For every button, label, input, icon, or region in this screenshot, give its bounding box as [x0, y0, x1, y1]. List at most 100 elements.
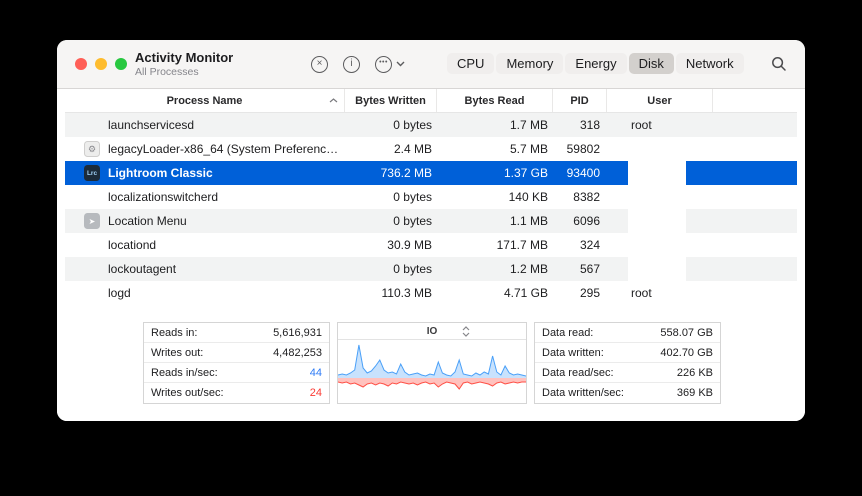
stat-value: 369 KB: [676, 387, 713, 399]
bytes-written-value: 0 bytes: [393, 190, 432, 204]
table-row[interactable]: logd 110.3 MB 4.71 GB 295 root: [65, 281, 797, 305]
stat-value: 5,616,931: [273, 326, 322, 339]
process-name: lockoutagent: [108, 262, 177, 276]
stat-label: Reads in/sec:: [151, 366, 218, 379]
tab-disk[interactable]: Disk: [628, 53, 674, 74]
table-row[interactable]: launchservicesd 0 bytes 1.7 MB 318 root: [65, 113, 797, 137]
app-icon: [84, 261, 100, 277]
legacy-app-icon: ⚙: [84, 141, 100, 157]
column-header-pid[interactable]: PID: [553, 89, 607, 112]
io-sparkline-chart: [338, 344, 526, 390]
column-header-filler: [713, 89, 797, 112]
window-title: Activity Monitor: [135, 50, 234, 65]
stat-row: Writes out/sec: 24: [144, 383, 329, 403]
stat-row: Writes out: 4,482,253: [144, 343, 329, 363]
stat-label: Data read:: [542, 326, 594, 339]
process-name: Location Menu: [108, 214, 187, 228]
pid-value: 324: [579, 238, 600, 252]
stat-label: Data written/sec:: [542, 387, 624, 399]
bytes-written-value: 110.3 MB: [381, 286, 432, 300]
location-app-icon: ➤: [84, 213, 100, 229]
inspect-icon: i: [343, 55, 360, 73]
chevron-up-icon: [462, 326, 470, 331]
quit-process-button[interactable]: ×: [311, 55, 328, 73]
lrc-app-icon: Lrc: [84, 165, 100, 181]
title-block: Activity Monitor All Processes: [135, 50, 233, 78]
toolbar-buttons: × i •••: [311, 40, 405, 88]
disk-stats-footer: Reads in: 5,616,931 Writes out: 4,482,25…: [143, 322, 721, 404]
bytes-read-value: 1.7 MB: [509, 118, 548, 132]
stat-value: 24: [309, 387, 322, 399]
bytes-written-value: 736.2 MB: [380, 166, 432, 180]
chevron-down-icon: [462, 332, 470, 337]
pid-value: 8382: [573, 190, 600, 204]
table-row[interactable]: ⚙ legacyLoader-x86_64 (System Preferenc……: [65, 137, 797, 161]
table-row[interactable]: Lrc Lightroom Classic 736.2 MB 1.37 GB 9…: [65, 161, 797, 185]
inspect-process-button[interactable]: i: [343, 55, 360, 73]
pid-value: 295: [579, 286, 600, 300]
table-row[interactable]: lockoutagent 0 bytes 1.2 MB 567: [65, 257, 797, 281]
search-button[interactable]: [771, 56, 787, 75]
chart-header: IO: [338, 323, 526, 340]
minimize-button[interactable]: [95, 58, 107, 70]
stat-row: Data read/sec: 226 KB: [535, 363, 720, 383]
bytes-written-value: 0 bytes: [393, 118, 432, 132]
bytes-written-value: 0 bytes: [393, 214, 432, 228]
table-row[interactable]: ➤ Location Menu 0 bytes 1.1 MB 6096: [65, 209, 797, 233]
window-subtitle: All Processes: [135, 66, 199, 78]
table-row[interactable]: locationd 30.9 MB 171.7 MB 324: [65, 233, 797, 257]
activity-monitor-window: Activity Monitor All Processes × i ••• C…: [57, 40, 805, 421]
bytes-read-value: 4.71 GB: [503, 286, 548, 300]
column-header-bytes-read[interactable]: Bytes Read: [437, 89, 553, 112]
stat-row: Data written/sec: 369 KB: [535, 383, 720, 403]
sort-ascending-icon: [329, 98, 338, 103]
more-options-icon: •••: [375, 55, 392, 73]
user-value: root: [631, 118, 652, 132]
process-name: legacyLoader-x86_64 (System Preferenc…: [108, 142, 339, 156]
process-name: logd: [108, 286, 131, 300]
pid-value: 6096: [573, 214, 600, 228]
tab-cpu[interactable]: CPU: [447, 53, 495, 74]
view-segmented-control: CPU Memory Energy Disk Network: [447, 53, 744, 74]
process-name: Lightroom Classic: [108, 166, 213, 180]
column-header-bytes-written[interactable]: Bytes Written: [345, 89, 437, 112]
bytes-read-value: 140 KB: [508, 190, 548, 204]
bytes-written-value: 30.9 MB: [387, 238, 432, 252]
chart-type-label: IO: [426, 325, 438, 337]
search-icon: [772, 57, 786, 71]
pid-value: 318: [579, 118, 600, 132]
table-area: Process Name Bytes Written Bytes Read PI…: [57, 89, 805, 421]
stat-row: Data read: 558.07 GB: [535, 323, 720, 343]
toolbar: Activity Monitor All Processes × i ••• C…: [57, 40, 805, 89]
bytes-written-value: 2.4 MB: [393, 142, 432, 156]
more-options-button[interactable]: •••: [375, 55, 405, 73]
bytes-read-value: 1.37 GB: [503, 166, 548, 180]
bytes-read-value: 171.7 MB: [496, 238, 548, 252]
user-value: root: [631, 286, 652, 300]
process-list: launchservicesd 0 bytes 1.7 MB 318 root …: [65, 113, 797, 305]
tab-memory[interactable]: Memory: [496, 53, 564, 74]
process-name: launchservicesd: [108, 118, 195, 132]
close-button[interactable]: [75, 58, 87, 70]
chevron-down-icon: [396, 61, 405, 67]
io-chart-box: IO: [337, 322, 527, 404]
stat-label: Reads in:: [151, 326, 198, 339]
table-row[interactable]: localizationswitcherd 0 bytes 140 KB 838…: [65, 185, 797, 209]
io-count-stats-box: Reads in: 5,616,931 Writes out: 4,482,25…: [143, 322, 330, 404]
column-header-user[interactable]: User: [607, 89, 713, 112]
table-header: Process Name Bytes Written Bytes Read PI…: [65, 89, 797, 113]
data-volume-stats-box: Data read: 558.07 GB Data written: 402.7…: [534, 322, 721, 404]
app-icon: [84, 117, 100, 133]
app-icon: [84, 237, 100, 253]
zoom-button[interactable]: [115, 58, 127, 70]
chart-type-stepper[interactable]: [462, 326, 470, 337]
stat-label: Data written:: [542, 346, 604, 359]
app-icon: [84, 189, 100, 205]
stat-value: 558.07 GB: [660, 326, 713, 339]
quit-process-icon: ×: [311, 55, 328, 73]
tab-energy[interactable]: Energy: [565, 53, 627, 74]
column-header-process-name[interactable]: Process Name: [65, 89, 345, 112]
stat-label: Data read/sec:: [542, 366, 614, 379]
stat-value: 226 KB: [676, 366, 713, 379]
tab-network[interactable]: Network: [675, 53, 744, 74]
